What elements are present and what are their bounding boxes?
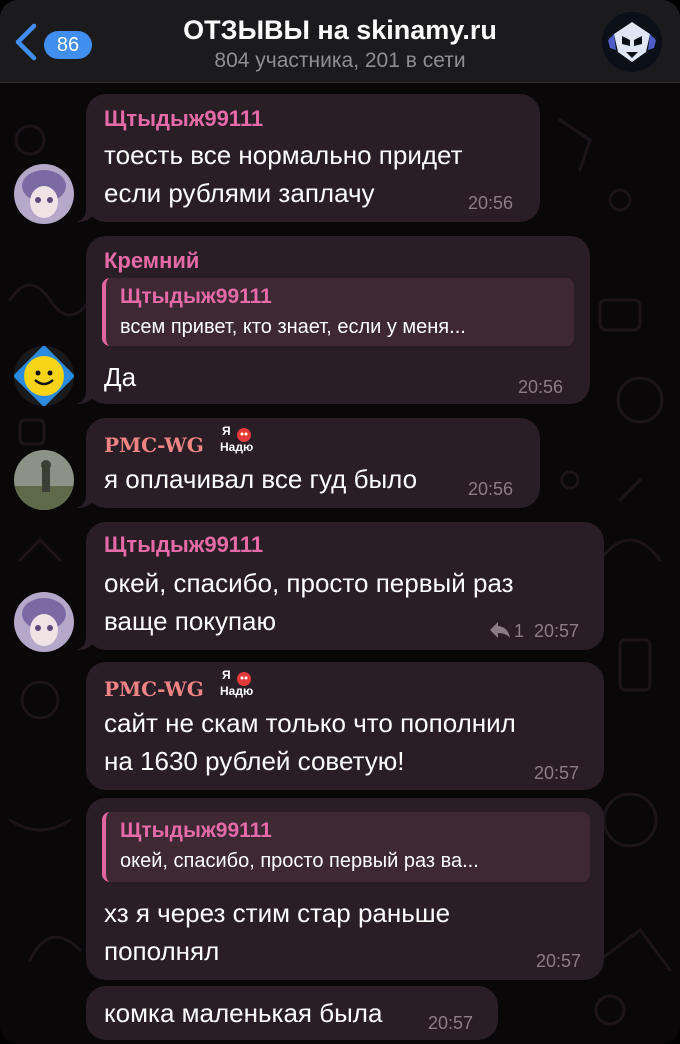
- message-text: хз я через стим стар раньше пополнял: [104, 898, 451, 966]
- user-avatar[interactable]: [14, 450, 74, 510]
- message-text: сайт не скам только что пополнил на 1630…: [104, 708, 516, 776]
- message-time: 20:57: [534, 763, 580, 783]
- message-bubble[interactable]: комка маленькая была 20:57: [86, 986, 498, 1040]
- sender-name[interactable]: PMC-WG: [104, 676, 204, 702]
- reply-arrow-icon: [490, 622, 510, 638]
- message-time: 20:56: [468, 479, 514, 499]
- sender-name[interactable]: PMC-WG: [104, 432, 204, 458]
- sender-name[interactable]: Щтыдыж99111: [104, 106, 263, 132]
- message-bubble[interactable]: Щтыдыж99111 тоесть все нормально придет …: [66, 94, 540, 222]
- sticker-label-top: Я: [222, 424, 231, 438]
- chat-screen: 86 ОТЗЫВЫ на skinamy.ru 804 участника, 2…: [0, 0, 680, 1044]
- message-text: тоесть все нормально придет если рублями…: [104, 140, 463, 208]
- sender-name[interactable]: Щтыдыж99111: [104, 532, 263, 558]
- reply-sender-name: Щтыдыж99111: [120, 285, 272, 308]
- chat-header: 86 ОТЗЫВЫ на skinamy.ru 804 участника, 2…: [0, 0, 680, 83]
- message-text: комка маленькая была: [104, 998, 383, 1028]
- message-time: 20:56: [468, 193, 514, 213]
- message-bubble[interactable]: PMC-WG Я Надю сайт не скам только что по…: [86, 662, 604, 790]
- message-bubble[interactable]: PMC-WG Я Надю я оплачивал все гуд было 2…: [66, 418, 540, 508]
- sticker-label-bottom: Надю: [220, 440, 254, 454]
- back-chevron-icon[interactable]: [12, 22, 42, 62]
- user-avatar[interactable]: [14, 346, 74, 406]
- user-avatar[interactable]: [14, 164, 74, 224]
- user-avatar[interactable]: [14, 592, 74, 652]
- message-time: 20:56: [518, 377, 564, 397]
- message-time: 20:57: [428, 1013, 474, 1033]
- sticker-label-bottom: Надю: [220, 684, 254, 698]
- group-avatar-icon[interactable]: [602, 12, 662, 72]
- chat-title[interactable]: ОТЗЫВЫ на skinamy.ru: [130, 14, 550, 46]
- message-time: 20:57: [534, 621, 580, 641]
- sender-name[interactable]: Кремний: [104, 248, 199, 274]
- reply-count[interactable]: 1: [514, 620, 524, 642]
- unread-count-badge[interactable]: 86: [44, 31, 92, 59]
- message-text: окей, спасибо, просто первый раз ваще по…: [104, 568, 514, 636]
- message-text: Да: [104, 362, 137, 392]
- message-bubble[interactable]: Щтыдыж99111 окей, спасибо, просто первый…: [86, 798, 604, 980]
- message-bubble[interactable]: Кремний Щтыдыж99111 всем привет, кто зна…: [66, 236, 590, 404]
- chat-subtitle: 804 участника, 201 в сети: [214, 49, 466, 72]
- message-text: я оплачивал все гуд было: [104, 464, 418, 494]
- message-bubble[interactable]: Щтыдыж99111 окей, спасибо, просто первый…: [66, 522, 604, 650]
- quoted-reply[interactable]: Щтыдыж99111 окей, спасибо, просто первый…: [102, 812, 590, 882]
- reply-preview-text: всем привет, кто знает, если у меня...: [120, 316, 466, 338]
- message-time: 20:57: [536, 951, 582, 971]
- reply-preview-text: окей, спасибо, просто первый раз ва...: [120, 850, 479, 872]
- sticker-label-top: Я: [222, 668, 231, 682]
- quoted-reply[interactable]: Щтыдыж99111 всем привет, кто знает, если…: [102, 278, 574, 346]
- reply-sender-name: Щтыдыж99111: [120, 819, 272, 842]
